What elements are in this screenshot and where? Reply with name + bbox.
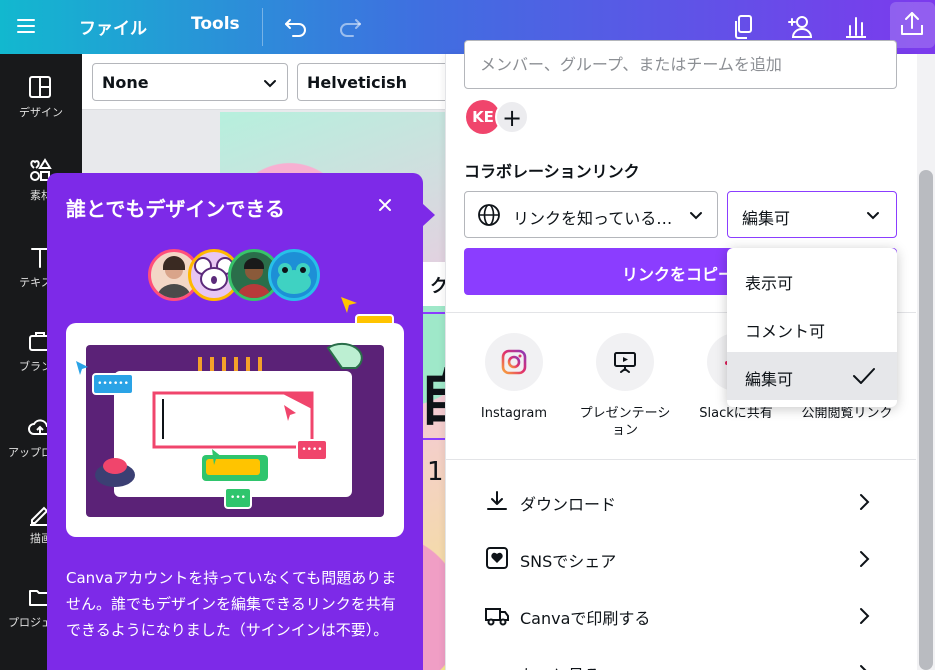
download-row[interactable]: ダウンロード — [446, 474, 916, 530]
undo-icon[interactable] — [278, 9, 314, 45]
share-upload-icon — [901, 12, 923, 35]
permission-option-view[interactable]: 表示可 — [727, 256, 897, 304]
chevron-right-icon — [860, 608, 870, 624]
chevron-down-icon — [264, 80, 276, 88]
checkmark-icon — [853, 368, 875, 384]
share-option-label: 公開閲覧リンク — [801, 406, 893, 421]
chevron-down-icon — [690, 212, 702, 220]
permission-dropdown: 表示可 コメント可 編集可 — [727, 248, 897, 407]
row-label: SNSでシェア — [520, 552, 617, 571]
truck-icon — [485, 608, 509, 626]
share-option-label: Instagram — [480, 406, 548, 421]
row-label: Canvaで印刷する — [520, 609, 651, 628]
share-button[interactable] — [890, 2, 935, 48]
chat-bubble-green: ••• — [224, 487, 252, 509]
close-icon[interactable] — [375, 195, 395, 215]
sidebar-item-label: デザイン — [19, 106, 63, 119]
redo-icon[interactable] — [332, 9, 368, 45]
file-menu-button[interactable]: ファイル — [79, 14, 147, 39]
permission-option-comment[interactable]: コメント可 — [727, 304, 897, 352]
text-style-select[interactable]: None — [92, 63, 288, 101]
sns-share-row[interactable]: SNSでシェア — [446, 531, 916, 587]
popup-title: 誰とでもデザインできる — [66, 197, 285, 221]
add-member-plus-button[interactable]: + — [495, 100, 529, 134]
menu-icon[interactable] — [14, 13, 40, 39]
chevron-right-icon — [860, 551, 870, 567]
share-option-presentation[interactable]: プレゼンテーション — [575, 333, 675, 443]
option-label: 表示可 — [745, 274, 794, 293]
property-toolbar: None Helveticish — [82, 54, 467, 110]
instagram-icon — [501, 349, 527, 375]
share-option-label: プレゼンテーション — [579, 406, 671, 438]
row-label: もっと見る — [520, 662, 600, 670]
tools-menu-button[interactable]: Tools — [191, 14, 240, 34]
collaborator-avatars — [148, 249, 328, 303]
download-icon — [487, 491, 507, 510]
print-row[interactable]: Canvaで印刷する — [446, 588, 916, 644]
link-access-value: リンクを知っている… — [513, 209, 673, 228]
more-row[interactable]: もっと見る — [446, 645, 916, 670]
popup-body-text: Canvaアカウントを持っていなくても問題ありません。誰でもデザインを編集できる… — [66, 569, 397, 639]
font-family-value: Helveticish — [307, 73, 408, 92]
divider — [446, 459, 916, 460]
link-access-select[interactable]: リンクを知っている… — [464, 191, 718, 238]
chat-bubble-blue: •••••• — [92, 373, 134, 395]
chevron-right-icon — [860, 494, 870, 510]
row-label: ダウンロード — [520, 495, 617, 514]
add-member-field[interactable] — [464, 40, 897, 89]
font-family-select[interactable]: Helveticish — [297, 63, 467, 101]
scrollbar-thumb[interactable] — [919, 170, 933, 670]
text-style-value: None — [102, 73, 149, 92]
permission-value: 編集可 — [742, 209, 791, 228]
design-number-text[interactable]: 1 — [427, 457, 444, 487]
permission-select[interactable]: 編集可 — [727, 191, 897, 238]
onboarding-illustration: •••••• •••• ••• — [66, 323, 404, 537]
avatar — [268, 249, 320, 301]
add-member-input[interactable] — [480, 55, 880, 74]
globe-icon — [478, 204, 500, 226]
chevron-right-icon — [860, 665, 867, 670]
more-icon — [484, 659, 510, 670]
onboarding-popup: 誰とでもデザインできる •••••• •••• ••• Canvaアカウントを持… — [47, 173, 423, 670]
layout-icon — [29, 76, 51, 98]
option-label: コメント可 — [745, 322, 826, 341]
share-option-circle — [596, 333, 654, 391]
share-option-circle — [485, 333, 543, 391]
chevron-down-icon — [867, 212, 879, 220]
copy-link-label: リンクをコピー — [622, 265, 735, 284]
option-label: 編集可 — [745, 370, 794, 389]
topbar-divider — [262, 8, 263, 46]
collab-link-title: コラボレーションリンク — [464, 162, 640, 181]
popup-pointer — [423, 204, 435, 226]
sidebar-item-design[interactable]: デザイン — [0, 74, 82, 134]
chat-bubble-red: •••• — [296, 439, 328, 461]
permission-option-edit[interactable]: 編集可 — [727, 352, 897, 400]
heart-icon — [486, 547, 508, 569]
share-option-instagram[interactable]: Instagram — [464, 333, 564, 443]
presentation-icon — [614, 352, 636, 373]
share-option-label: Slackに共有 — [699, 406, 773, 421]
